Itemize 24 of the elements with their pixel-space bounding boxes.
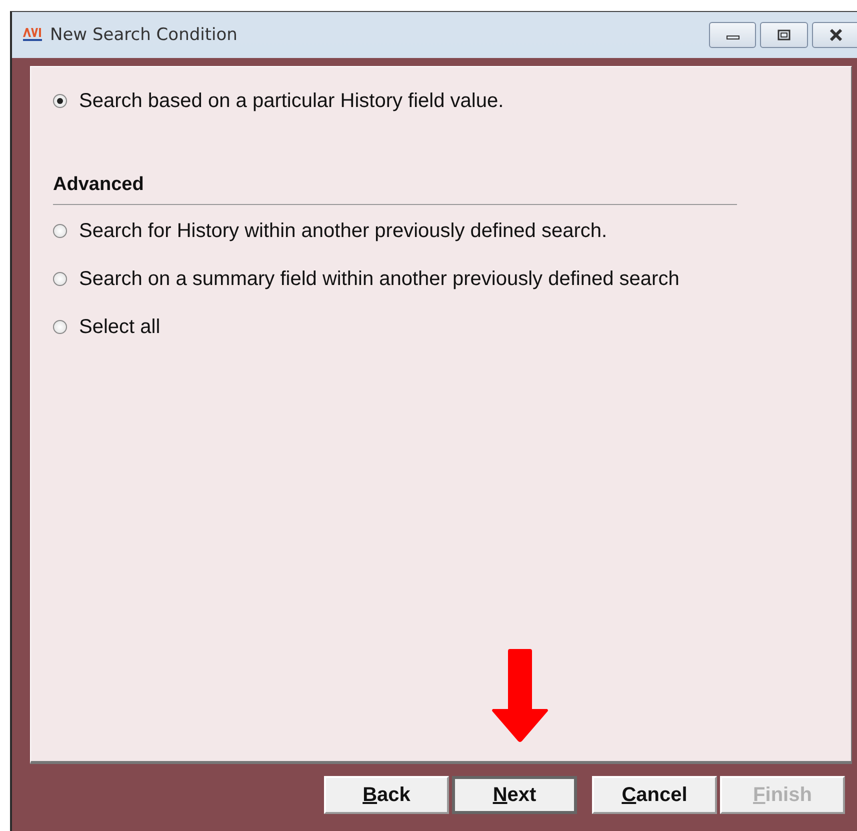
close-icon bbox=[828, 29, 844, 41]
radio-button[interactable] bbox=[53, 320, 67, 334]
minimize-button[interactable] bbox=[709, 22, 756, 48]
dialog-button[interactable]: Next bbox=[452, 776, 577, 814]
option-label: Search for History within another previously defined search. bbox=[79, 220, 608, 242]
radio-button[interactable] bbox=[53, 94, 67, 108]
window-title: New Search Condition bbox=[50, 25, 238, 45]
radio-option[interactable]: Search on a summary field within another previously defined search bbox=[53, 255, 851, 303]
option-label: Search on a summary field within another previously defined search bbox=[79, 268, 680, 290]
maximize-button[interactable] bbox=[760, 22, 808, 48]
close-button[interactable] bbox=[812, 22, 857, 48]
radio-button[interactable] bbox=[53, 272, 67, 286]
option-label: Select all bbox=[79, 316, 160, 338]
section-heading: Advanced bbox=[53, 174, 145, 196]
app-logo-icon bbox=[22, 26, 44, 44]
down-arrow-icon bbox=[491, 649, 549, 743]
radio-option[interactable]: Search for History within another previously defined search. bbox=[53, 207, 851, 255]
radio-option[interactable]: Search based on a particular History field value. bbox=[53, 89, 851, 113]
maximize-icon bbox=[777, 29, 791, 41]
option-label: Search based on a particular History field value. bbox=[79, 90, 504, 112]
radio-button[interactable] bbox=[53, 224, 67, 238]
dialog-button[interactable]: Cancel bbox=[592, 776, 717, 814]
radio-option[interactable]: Select all bbox=[53, 303, 851, 351]
dialog-button[interactable]: Back bbox=[324, 776, 449, 814]
